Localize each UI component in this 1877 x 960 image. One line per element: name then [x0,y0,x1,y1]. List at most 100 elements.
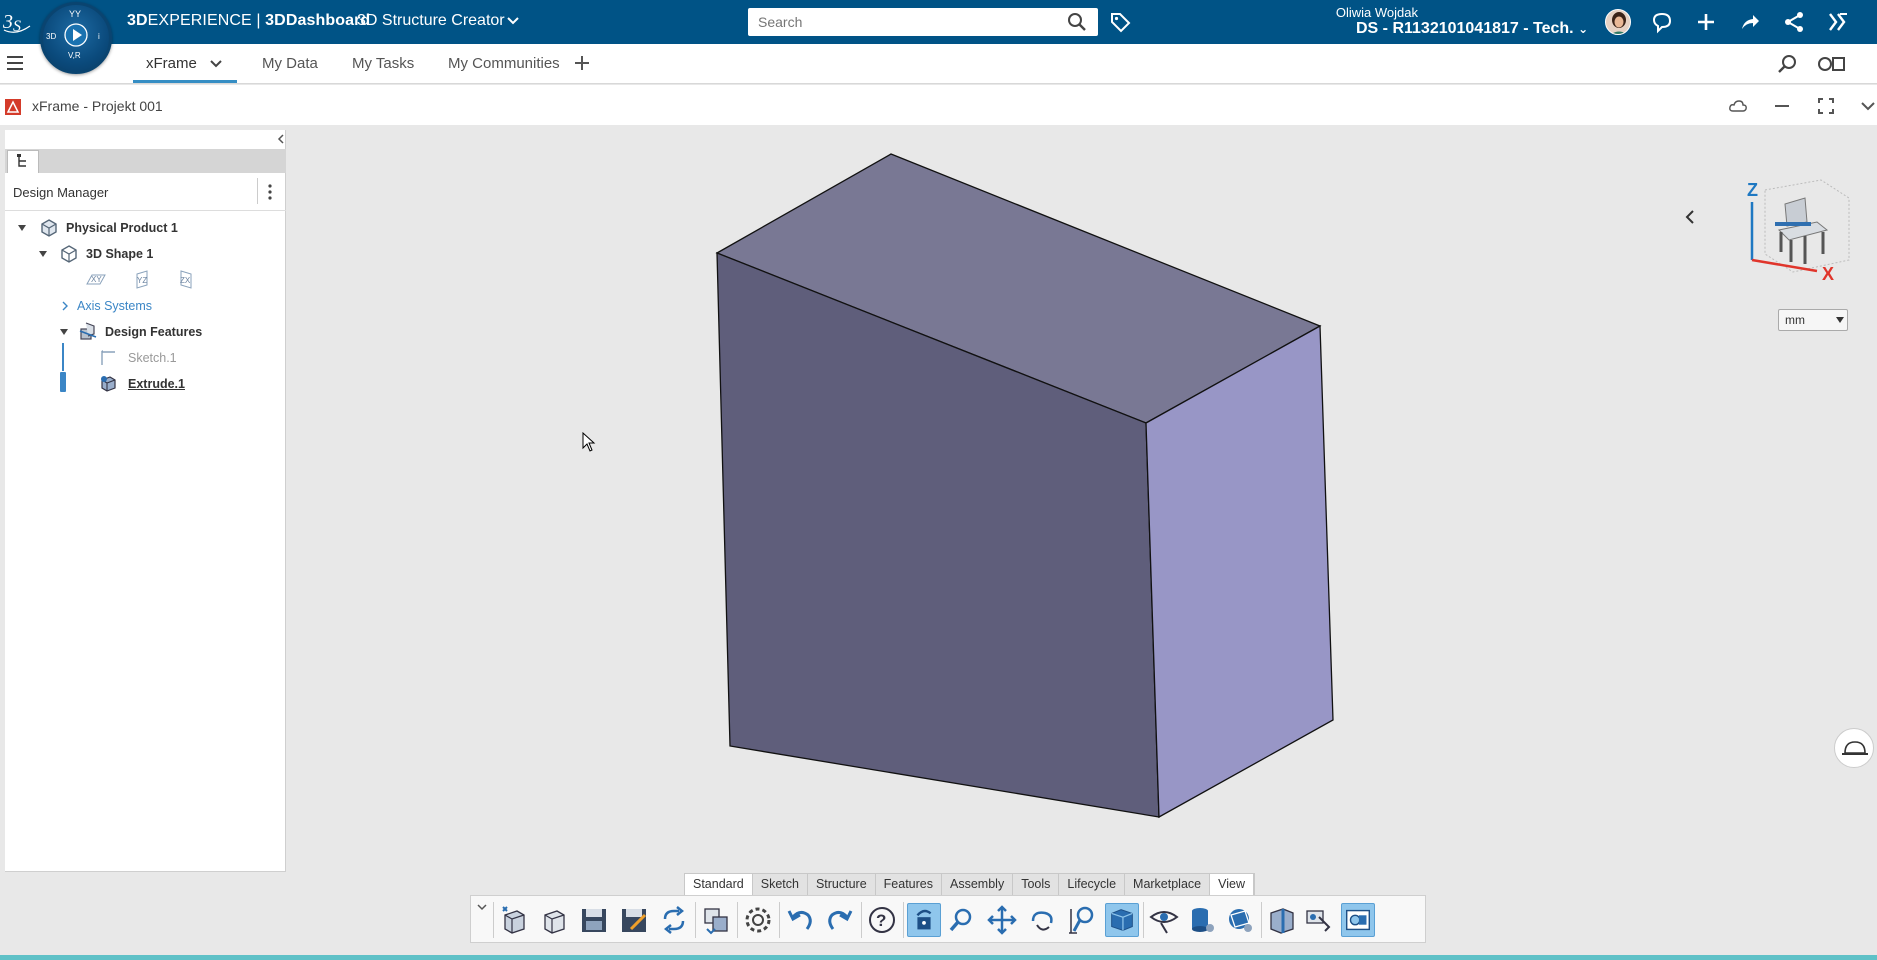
tree-item-design-features[interactable]: Design Features [5,321,286,343]
svg-text:X: X [1822,264,1834,284]
divider [5,210,286,211]
zoom-icon[interactable] [945,903,979,937]
tree-item-3d-shape[interactable]: 3D Shape 1 [5,243,286,265]
media-icon[interactable] [1816,52,1846,76]
tab-standard[interactable]: Standard [685,874,753,895]
design-features-icon [79,322,97,340]
pan-icon[interactable] [985,903,1019,937]
avatar-icon [1606,10,1630,34]
expand-triangle-icon[interactable] [38,249,48,259]
cloud-icon[interactable] [1727,95,1749,117]
window-title: xFrame - Projekt 001 [32,98,163,114]
compass-widget[interactable]: YY 3D i V,R [40,2,112,74]
expand-triangle-icon[interactable] [59,327,69,337]
plane-yz-icon[interactable]: YZ [131,270,153,290]
rotate-icon[interactable] [1025,903,1059,937]
panel-tab-strip [5,149,286,173]
more-options-icon[interactable] [267,182,273,202]
replace-icon[interactable] [699,903,733,937]
app-name[interactable]: 3D Structure Creator [357,12,505,30]
chat-icon[interactable] [1650,10,1674,34]
svg-text:YZ: YZ [137,276,147,285]
hamburger-menu-icon[interactable] [6,55,24,71]
tree-item-axis-systems[interactable]: Axis Systems [5,295,286,317]
collapse-panel-icon[interactable] [275,132,287,146]
chevron-right-icon[interactable] [60,301,70,311]
svg-text:3: 3 [2,11,13,33]
tab-marketplace[interactable]: Marketplace [1125,874,1211,895]
tab-structure[interactable]: Structure [808,874,876,895]
expand-triangle-icon[interactable] [17,223,27,233]
divider [695,902,696,938]
tab-sketch[interactable]: Sketch [753,874,808,895]
chevron-down-icon[interactable] [506,16,520,26]
redo-icon[interactable] [823,903,857,937]
tab-assembly[interactable]: Assembly [942,874,1014,895]
tree-item-sketch[interactable]: Sketch.1 [5,347,286,369]
svg-text:Z: Z [1747,180,1758,200]
share-icon[interactable] [1738,10,1762,34]
help-hardhat-button[interactable] [1834,728,1874,768]
svg-text:YY: YY [69,9,81,19]
3d-viewport[interactable] [287,125,1877,955]
tree-item-physical-product[interactable]: Physical Product 1 [5,217,286,239]
add-tab-icon[interactable] [572,53,592,73]
search-icon[interactable] [1066,11,1088,33]
chevron-down-icon[interactable] [1857,95,1877,117]
save-as-icon[interactable] [617,903,651,937]
help-icon[interactable]: ? [865,903,899,937]
save-icon[interactable] [577,903,611,937]
display-options-icon[interactable] [1341,903,1375,937]
new-icon[interactable] [497,903,531,937]
tab-lifecycle[interactable]: Lifecycle [1059,874,1126,895]
user-name[interactable]: Oliwia Wojdak [1336,5,1418,20]
tab-view[interactable]: View [1210,874,1254,895]
tab-my-data[interactable]: My Data [262,55,318,72]
dashboard-tab-bar: xFrame My Data My Tasks My Communities [0,44,1877,84]
tools-icon[interactable] [1826,10,1850,34]
minimize-icon[interactable] [1771,95,1793,117]
action-bar-tabs: Standard Sketch Structure Features Assem… [684,873,1255,895]
user-avatar[interactable] [1605,9,1631,35]
tree-view-tab[interactable] [7,150,39,173]
divider [493,902,494,938]
hide-show-icon[interactable] [1147,903,1181,937]
units-dropdown[interactable]: mm [1778,309,1848,331]
top-bar: 3 S YY 3D i V,R 3DEXPERIENCE | 3DDashboa… [0,0,1877,74]
tenant-selector[interactable]: DS - R1132101041817 - Tech. ⌄ [1356,20,1588,38]
extrude-icon [101,376,116,392]
refresh-icon[interactable] [657,903,691,937]
material-icon[interactable] [1223,903,1257,937]
tab-xframe[interactable]: xFrame [146,55,197,72]
tab-features[interactable]: Features [876,874,943,895]
lock-rotation-icon[interactable] [907,903,941,937]
maximize-icon[interactable] [1815,95,1837,117]
chevron-down-icon[interactable] [476,902,488,912]
search-people-icon[interactable] [1776,52,1800,76]
action-bar: ? [470,895,1426,943]
divider [861,902,862,938]
search-input[interactable] [748,8,1098,36]
tag-icon[interactable] [1108,10,1132,34]
plane-xy-icon[interactable]: XY [85,270,107,290]
add-icon[interactable] [1694,10,1718,34]
plane-zx-icon[interactable]: ZX [175,270,197,290]
undo-icon[interactable] [783,903,817,937]
tab-tools[interactable]: Tools [1013,874,1060,895]
chevron-down-icon[interactable] [209,59,223,69]
zoom-area-icon[interactable] [1065,903,1099,937]
view-mode-icon[interactable] [1105,903,1139,937]
settings-gear-icon[interactable] [741,903,775,937]
measure-icon[interactable] [1303,903,1337,937]
tree-item-extrude[interactable]: Extrude.1 [5,373,286,395]
tab-my-communities[interactable]: My Communities [448,55,560,72]
open-icon[interactable] [537,903,571,937]
chevron-left-icon[interactable] [1683,208,1697,226]
section-icon[interactable] [1265,903,1299,937]
tab-my-tasks[interactable]: My Tasks [352,55,414,72]
network-icon[interactable] [1782,10,1806,34]
view-compass-icon[interactable]: Z X [1735,168,1855,288]
database-icon[interactable] [1185,903,1219,937]
ds-logo-icon: 3 S [2,11,31,35]
3d-cube-model[interactable] [287,125,1877,955]
